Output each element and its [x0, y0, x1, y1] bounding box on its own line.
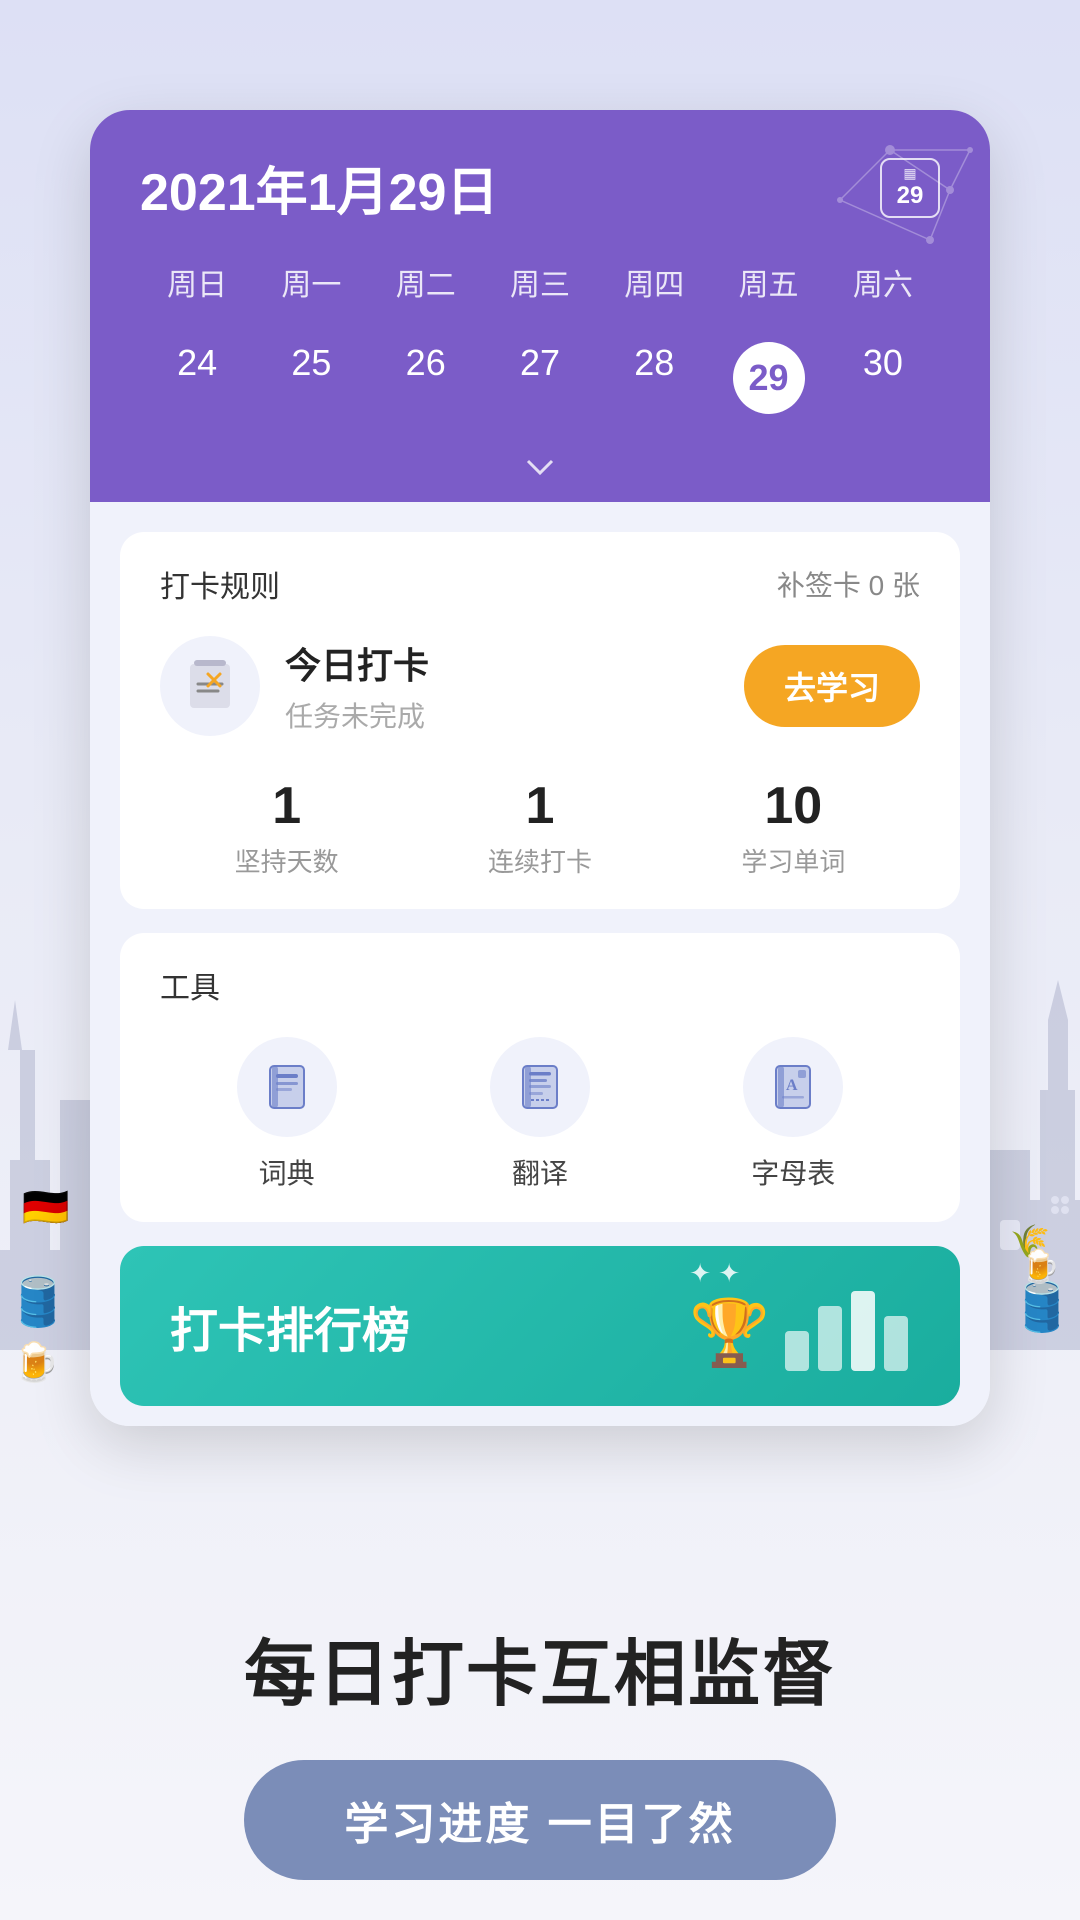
- bottom-section: 每日打卡互相监督 学习进度 一目了然: [0, 1615, 1080, 1880]
- tools-title: 工具: [160, 963, 920, 1007]
- stat-num-2: 1: [413, 776, 666, 836]
- stat-label-1: 坚持天数: [160, 842, 413, 879]
- date-26[interactable]: 26: [369, 324, 483, 432]
- date-27[interactable]: 27: [483, 324, 597, 432]
- stat-streak: 1 连续打卡: [413, 776, 666, 879]
- dict-icon: [262, 1062, 312, 1112]
- date-29-active[interactable]: 29: [711, 324, 825, 432]
- supplement-text: 补签卡 0 张: [777, 564, 920, 604]
- alphabet-icon: A: [768, 1062, 818, 1112]
- ranking-label: 打卡排行榜: [170, 1291, 410, 1361]
- german-flag: 🇩🇪: [22, 1186, 69, 1230]
- stat-num-3: 10: [667, 776, 920, 836]
- stat-num-1: 1: [160, 776, 413, 836]
- tool-alphabet[interactable]: A 字母表: [743, 1037, 843, 1192]
- barrel-left: 🛢️: [8, 1273, 68, 1330]
- calendar-header: 2021年1月29日 ▦ 29 周日 周一 周二 周三 周四 周五 周六 24 …: [90, 110, 990, 502]
- week-label-tue: 周二: [369, 255, 483, 309]
- task-icon: [180, 656, 240, 716]
- bottom-title: 每日打卡互相监督: [80, 1615, 1000, 1720]
- ranking-banner[interactable]: 打卡排行榜 ✦ ✦ 🏆: [120, 1246, 960, 1406]
- tool-translate-label: 翻译: [512, 1152, 568, 1192]
- ranking-visual: 🏆: [689, 1281, 910, 1371]
- stats-row: 1 坚持天数 1 连续打卡 10 学习单词: [160, 776, 920, 879]
- bar-chart-icon: [780, 1281, 910, 1371]
- go-study-button[interactable]: 去学习: [744, 645, 920, 727]
- tools-card: 工具 词典: [120, 933, 960, 1222]
- checkin-card: 打卡规则 补签卡 0 张: [120, 532, 960, 909]
- chevron-down-icon: [520, 457, 560, 477]
- date-28[interactable]: 28: [597, 324, 711, 432]
- checkin-task-icon: [160, 636, 260, 736]
- date-30[interactable]: 30: [826, 324, 940, 432]
- phone-card: 2021年1月29日 ▦ 29 周日 周一 周二 周三 周四 周五 周六 24 …: [90, 110, 990, 1426]
- translate-icon: [515, 1062, 565, 1112]
- week-label-sun: 周日: [140, 255, 254, 309]
- bottle-right: 🍺: [1020, 1247, 1060, 1285]
- translate-icon-wrap: [490, 1037, 590, 1137]
- today-checkin-title: 今日打卡: [285, 637, 744, 689]
- stat-persist-days: 1 坚持天数: [160, 776, 413, 879]
- checkin-rules-label: 打卡规则: [160, 562, 280, 606]
- beer-left: 🍺: [12, 1341, 59, 1385]
- stat-label-3: 学习单词: [667, 842, 920, 879]
- stat-words: 10 学习单词: [667, 776, 920, 879]
- tool-alphabet-label: 字母表: [751, 1152, 835, 1192]
- date-24[interactable]: 24: [140, 324, 254, 432]
- week-label-mon: 周一: [254, 255, 368, 309]
- tool-dictionary[interactable]: 词典: [237, 1037, 337, 1192]
- barrel-right: 🛢️: [1012, 1278, 1072, 1335]
- date-row: 24 25 26 27 28 29 30: [140, 324, 940, 447]
- stat-label-2: 连续打卡: [413, 842, 666, 879]
- tool-translate[interactable]: 翻译: [490, 1037, 590, 1192]
- calendar-expand[interactable]: [140, 447, 940, 502]
- week-label-wed: 周三: [483, 255, 597, 309]
- bottom-button[interactable]: 学习进度 一目了然: [244, 1760, 835, 1880]
- date-25[interactable]: 25: [254, 324, 368, 432]
- dict-icon-wrap: [237, 1037, 337, 1137]
- tool-dict-label: 词典: [259, 1152, 315, 1192]
- sparkles-icon: ✦ ✦: [689, 1258, 740, 1289]
- network-decoration: [690, 110, 990, 310]
- svg-text:A: A: [786, 1077, 798, 1094]
- alphabet-icon-wrap: A: [743, 1037, 843, 1137]
- trophy-icon: 🏆: [689, 1295, 770, 1371]
- today-checkin-subtitle: 任务未完成: [285, 695, 744, 735]
- calendar-title: 2021年1月29日: [140, 150, 498, 225]
